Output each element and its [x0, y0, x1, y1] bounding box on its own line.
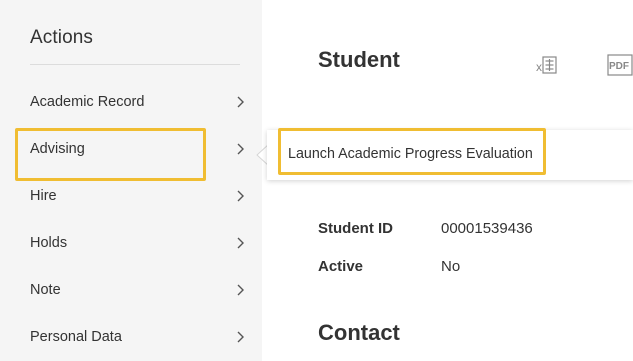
chevron-right-icon	[237, 284, 244, 296]
menu-item-label: Academic Record	[30, 94, 145, 110]
launch-academic-progress-evaluation-item[interactable]: Launch Academic Progress Evaluation	[279, 132, 619, 176]
chevron-right-icon	[237, 190, 244, 202]
menu-item-holds[interactable]: Holds	[14, 221, 262, 267]
pdf-export-icon[interactable]: PDF	[607, 52, 633, 78]
actions-divider	[30, 64, 240, 65]
menu-item-label: Holds	[30, 235, 68, 251]
menu-item-academic-record[interactable]: Academic Record	[14, 80, 262, 126]
actions-panel: Actions Academic Record Advising Hire Ho…	[0, 0, 262, 361]
active-value: No	[441, 258, 461, 275]
page-title: Student	[318, 47, 400, 72]
app-root: Actions Academic Record Advising Hire Ho…	[0, 0, 633, 361]
menu-item-label: Hire	[30, 188, 57, 204]
menu-item-label: Note	[30, 282, 61, 298]
pdf-icon-label: PDF	[609, 61, 629, 72]
excel-export-icon[interactable]: x	[536, 54, 558, 76]
actions-title: Actions	[30, 27, 94, 48]
popup-item-label: Launch Academic Progress Evaluation	[288, 146, 533, 162]
menu-item-label: Personal Data	[30, 329, 122, 345]
menu-item-personal-data[interactable]: Personal Data	[14, 315, 262, 361]
menu-item-note[interactable]: Note	[14, 268, 262, 314]
student-id-label: Student ID	[318, 220, 393, 237]
svg-text:x: x	[536, 60, 542, 74]
menu-item-hire[interactable]: Hire	[14, 174, 262, 220]
chevron-right-icon	[237, 331, 244, 343]
active-label: Active	[318, 258, 364, 275]
student-id-value: 00001539436	[441, 220, 533, 237]
chevron-right-icon	[237, 143, 244, 155]
menu-item-label: Advising	[30, 141, 85, 157]
contact-section-title: Contact	[318, 320, 400, 345]
advising-submenu-popup: Launch Academic Progress Evaluation	[267, 130, 633, 180]
chevron-right-icon	[237, 96, 244, 108]
chevron-right-icon	[237, 237, 244, 249]
menu-item-advising[interactable]: Advising	[14, 127, 262, 173]
